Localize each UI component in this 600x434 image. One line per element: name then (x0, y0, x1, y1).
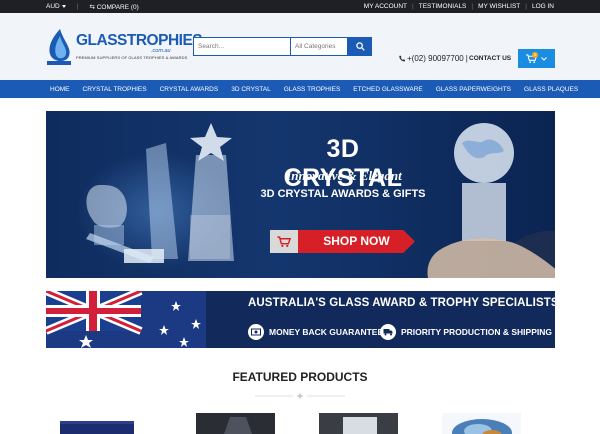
top-bar: AUD | ⇆ COMPARE (0) MY ACCOUNT | TESTIMO… (0, 0, 600, 13)
currency-selector[interactable]: AUD (46, 3, 66, 10)
shop-now-button[interactable]: SHOP NOW (270, 230, 415, 253)
product-card[interactable] (196, 413, 275, 434)
my-wishlist-link[interactable]: MY WISHLIST (478, 3, 520, 10)
my-account-link[interactable]: MY ACCOUNT (364, 3, 407, 10)
money-icon (251, 328, 261, 336)
crystal-globe-image (427, 123, 555, 278)
feature-priority-shipping: PRIORITY PRODUCTION & SHIPPING (380, 324, 552, 340)
product-image (319, 413, 398, 434)
log-in-link[interactable]: LOG IN (532, 3, 554, 10)
search-button[interactable] (348, 37, 372, 56)
flame-logo-icon (47, 28, 71, 65)
search-icon (355, 42, 365, 51)
product-card[interactable] (319, 413, 398, 434)
promo-title: AUSTRALIA'S GLASS AWARD & TROPHY SPECIAL… (248, 297, 555, 309)
divider: | (412, 3, 414, 10)
hero-line: 3D CRYSTAL AWARDS & GIFTS (260, 188, 426, 200)
hero-banner[interactable]: 3D CRYSTAL Innovative & Elegant 3D CRYST… (46, 111, 555, 278)
product-card[interactable] (442, 413, 521, 434)
ornament-divider (255, 393, 345, 399)
cart-button[interactable]: 0 (518, 49, 555, 68)
product-card[interactable] (58, 413, 137, 434)
testimonials-link[interactable]: TESTIMONIALS (419, 3, 467, 10)
crystal-trophies-image (86, 123, 234, 263)
nav-item-3d-crystal[interactable]: 3D CRYSTAL (231, 86, 271, 93)
nav-item-etched-glassware[interactable]: ETCHED GLASSWARE (353, 86, 422, 93)
phone-number[interactable]: +(02) 90097700 | (398, 54, 468, 63)
divider: | (525, 3, 527, 10)
logo-tagline: PREMIUM SUPPLIERS OF GLASS TROPHIES & AW… (76, 54, 188, 60)
logo-name: GLASSTROPHIES (76, 31, 203, 49)
compare-link[interactable]: ⇆ COMPARE (0) (89, 3, 138, 11)
nav-item-crystal-trophies[interactable]: CRYSTAL TROPHIES (83, 86, 147, 93)
cart-count-badge: 0 (532, 52, 538, 58)
site-logo[interactable]: GLASSTROPHIES .com.au PREMIUM SUPPLIERS … (46, 22, 203, 72)
featured-products-heading: FEATURED PRODUCTS (232, 370, 368, 384)
product-image (442, 413, 521, 434)
feature-money-back: MONEY BACK GUARANTEE (248, 324, 383, 340)
search-bar: Search... All Categories (193, 37, 372, 56)
nav-item-glass-trophies[interactable]: GLASS TROPHIES (284, 86, 341, 93)
truck-icon (383, 329, 393, 336)
divider: | (465, 54, 468, 63)
chevron-down-icon (541, 56, 547, 61)
contact-us-link[interactable]: CONTACT US (469, 55, 511, 62)
main-nav: HOME CRYSTAL TROPHIES CRYSTAL AWARDS 3D … (0, 80, 600, 98)
logo-domain: .com.au (151, 47, 171, 54)
nav-item-glass-paperweights[interactable]: GLASS PAPERWEIGHTS (436, 86, 511, 93)
promo-banner[interactable]: AUSTRALIA'S GLASS AWARD & TROPHY SPECIAL… (46, 291, 555, 348)
phone-icon (399, 55, 405, 62)
hero-subtitle: Innovative & Elegant (286, 168, 402, 183)
search-input[interactable]: Search... (193, 37, 290, 56)
nav-item-crystal-awards[interactable]: CRYSTAL AWARDS (160, 86, 219, 93)
australian-flag-image (46, 291, 236, 348)
hero-title: 3D CRYSTAL (283, 135, 403, 192)
product-image (196, 413, 275, 434)
category-select[interactable]: All Categories (290, 37, 348, 56)
nav-item-glass-plaques[interactable]: GLASS PLAQUES (524, 86, 578, 93)
site-header: GLASSTROPHIES .com.au PREMIUM SUPPLIERS … (0, 13, 600, 80)
nav-item-home[interactable]: HOME (50, 86, 70, 93)
product-image (60, 421, 134, 434)
divider: | (471, 3, 474, 10)
caret-down-icon (61, 4, 66, 8)
cart-icon (277, 236, 291, 247)
divider: | (76, 3, 79, 10)
compare-icon: ⇆ (89, 3, 97, 11)
